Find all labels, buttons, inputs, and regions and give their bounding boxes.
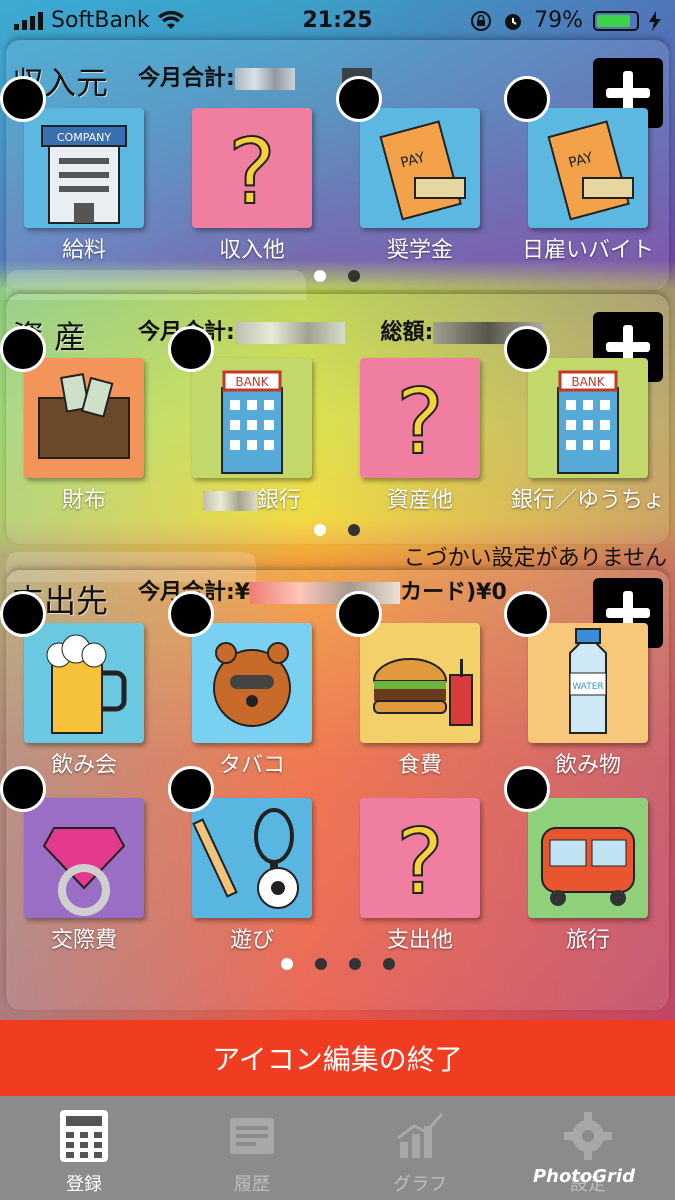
income-item[interactable]: PAY 奨学金: [336, 76, 506, 263]
allowance-notice: こづかい設定がありません: [403, 546, 667, 571]
asset-item[interactable]: 財布: [0, 326, 170, 513]
status-bar: SoftBank 21:25 79%: [0, 0, 675, 40]
delete-dot[interactable]: [168, 766, 214, 812]
income-page-indicator: [314, 270, 360, 282]
delete-dot[interactable]: [168, 326, 214, 372]
delete-dot[interactable]: [0, 591, 46, 637]
train-icon: [528, 798, 648, 918]
income-item[interactable]: ? 収入他: [178, 90, 338, 263]
history-icon: [230, 1118, 274, 1154]
battery-percent: 79%: [534, 8, 583, 33]
income-month-total: 今月合計:: [138, 60, 373, 92]
alarm-icon: [505, 13, 522, 30]
svg-text:?: ?: [228, 120, 276, 225]
tab-label: 登録: [66, 1174, 102, 1195]
svg-text:?: ?: [396, 370, 444, 475]
tanuki-icon: [192, 623, 312, 743]
bank-icon: BANK: [192, 358, 312, 478]
income-item-label: 日雇いバイト: [521, 238, 654, 263]
asset-item-label: 銀行／ゆうちょ: [510, 488, 665, 513]
expense-item[interactable]: 旅行: [504, 766, 674, 953]
delete-dot[interactable]: [504, 326, 550, 372]
delete-dot[interactable]: [336, 76, 382, 122]
svg-text:?: ?: [396, 810, 444, 915]
expense-item-label: 遊び: [229, 928, 274, 953]
finish-icon-edit-button[interactable]: アイコン編集の終了: [0, 1020, 675, 1096]
orientation-lock-icon: [471, 10, 492, 31]
question-icon: ?: [192, 108, 312, 228]
calculator-icon: [60, 1110, 108, 1162]
asset-item[interactable]: ? 資産他: [346, 340, 506, 513]
expense-item-label: 食費: [397, 753, 442, 778]
delete-dot[interactable]: [504, 591, 550, 637]
sports-icon: [192, 798, 312, 918]
asset-item-label: 資産他: [386, 488, 453, 513]
expense-item[interactable]: 食費: [336, 591, 506, 778]
expense-item[interactable]: ? 支出他: [346, 780, 506, 953]
income-item[interactable]: PAY 日雇いバイト: [504, 76, 674, 263]
expense-item[interactable]: タバコ: [168, 591, 338, 778]
question-icon: ?: [360, 798, 480, 918]
bank-icon: BANK: [528, 358, 648, 478]
graph-icon: [397, 1113, 444, 1158]
question-icon: ?: [360, 358, 480, 478]
expense-item[interactable]: 飲み会: [0, 591, 170, 778]
assets-page-indicator: [314, 524, 360, 536]
burger-icon: [360, 623, 480, 743]
svg-text:BANK: BANK: [235, 375, 269, 389]
diamond-ring-icon: [24, 798, 144, 918]
asset-item[interactable]: BANK 銀行／ゆうちょ: [504, 326, 674, 513]
delete-dot[interactable]: [504, 766, 550, 812]
tab-history[interactable]: 履歴: [168, 1096, 336, 1200]
income-item-label: 給料: [61, 238, 106, 263]
pay-envelope-icon: PAY: [528, 108, 648, 228]
svg-text:WATER: WATER: [572, 682, 603, 692]
expense-item-label: 旅行: [565, 928, 610, 953]
water-bottle-icon: WATER: [528, 623, 648, 743]
delete-dot[interactable]: [504, 76, 550, 122]
delete-dot[interactable]: [0, 766, 46, 812]
tab-label: 履歴: [234, 1174, 270, 1195]
tab-register[interactable]: 登録: [0, 1096, 168, 1200]
income-item-label: 収入他: [218, 238, 285, 263]
wallet-icon: [24, 358, 144, 478]
company-building-icon: COMPANY: [24, 108, 144, 228]
delete-dot[interactable]: [0, 326, 46, 372]
photogrid-watermark: PhotoGrid: [532, 1166, 635, 1187]
svg-text:COMPANY: COMPANY: [57, 131, 112, 144]
expense-item[interactable]: WATER 飲み物: [504, 591, 674, 778]
tab-graph[interactable]: グラフ: [336, 1096, 504, 1200]
income-item-label: 奨学金: [386, 238, 453, 263]
charging-icon: [649, 10, 661, 31]
beer-icon: [24, 623, 144, 743]
expense-item-label: 交際費: [50, 928, 117, 953]
gear-icon: [564, 1112, 612, 1160]
expense-item[interactable]: 交際費: [0, 766, 170, 953]
asset-item[interactable]: BANK 銀行: [168, 326, 338, 513]
delete-dot[interactable]: [168, 591, 214, 637]
battery-icon: [593, 10, 639, 31]
asset-item-label: 財布: [61, 488, 106, 513]
expense-page-indicator: [281, 958, 395, 970]
expense-item[interactable]: 遊び: [168, 766, 338, 953]
pay-envelope-icon: PAY: [360, 108, 480, 228]
income-item[interactable]: COMPANY 給料: [0, 76, 170, 263]
expense-item-label: 支出他: [386, 928, 453, 953]
asset-item-label: 銀行: [172, 482, 332, 514]
tab-label: グラフ: [393, 1174, 447, 1195]
delete-dot[interactable]: [0, 76, 46, 122]
delete-dot[interactable]: [336, 591, 382, 637]
svg-text:BANK: BANK: [571, 375, 605, 389]
